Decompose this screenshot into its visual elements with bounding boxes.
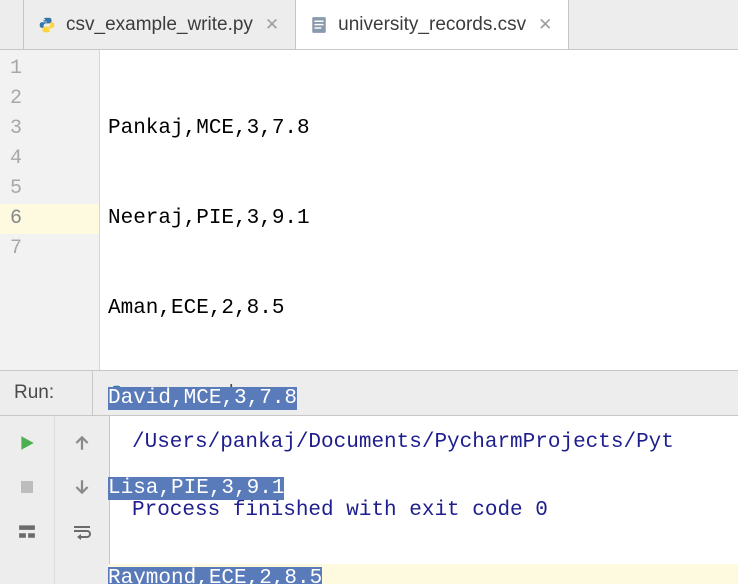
soft-wrap-icon [72,522,92,540]
line-number: 3 [0,114,99,144]
play-icon [18,434,36,452]
tab-label: csv_example_write.py [66,14,253,36]
line-number: 7 [0,234,99,264]
up-button[interactable] [63,424,101,462]
stop-button[interactable] [8,468,46,506]
code-line: Raymond,ECE,2,8.5 [108,564,738,584]
stop-icon [19,479,35,495]
tab-spacer [0,0,24,49]
code-line: Neeraj,PIE,3,9.1 [108,204,738,234]
line-number: 1 [0,54,99,84]
close-icon[interactable]: ✕ [263,15,281,35]
editor-tabs: csv_example_write.py ✕ university_record… [0,0,738,50]
line-number: 6 [0,204,99,234]
close-icon[interactable]: ✕ [536,15,554,35]
code-line: Pankaj,MCE,3,7.8 [108,114,738,144]
line-number: 2 [0,84,99,114]
line-gutter: 1 2 3 4 5 6 7 [0,50,100,370]
text-file-icon [310,16,328,34]
code-area[interactable]: Pankaj,MCE,3,7.8 Neeraj,PIE,3,9.1 Aman,E… [100,50,738,370]
arrow-up-icon [73,434,91,452]
run-button[interactable] [8,424,46,462]
soft-wrap-button[interactable] [63,512,101,550]
layout-icon [18,522,36,540]
python-file-icon [38,16,56,34]
code-editor[interactable]: 1 2 3 4 5 6 7 Pankaj,MCE,3,7.8 Neeraj,PI… [0,50,738,370]
down-button[interactable] [63,468,101,506]
code-line: Aman,ECE,2,8.5 [108,294,738,324]
code-line: David,MCE,3,7.8 [108,384,738,414]
tab-csv-example-write[interactable]: csv_example_write.py ✕ [24,0,296,49]
tab-university-records[interactable]: university_records.csv ✕ [296,0,569,49]
tab-label: university_records.csv [338,14,526,36]
run-tool-sidebar [0,416,110,584]
line-number: 5 [0,174,99,204]
line-number: 4 [0,144,99,174]
arrow-down-icon [73,478,91,496]
run-tool-title: Run: [0,382,92,404]
layout-button[interactable] [8,512,46,550]
code-line: Lisa,PIE,3,9.1 [108,474,738,504]
